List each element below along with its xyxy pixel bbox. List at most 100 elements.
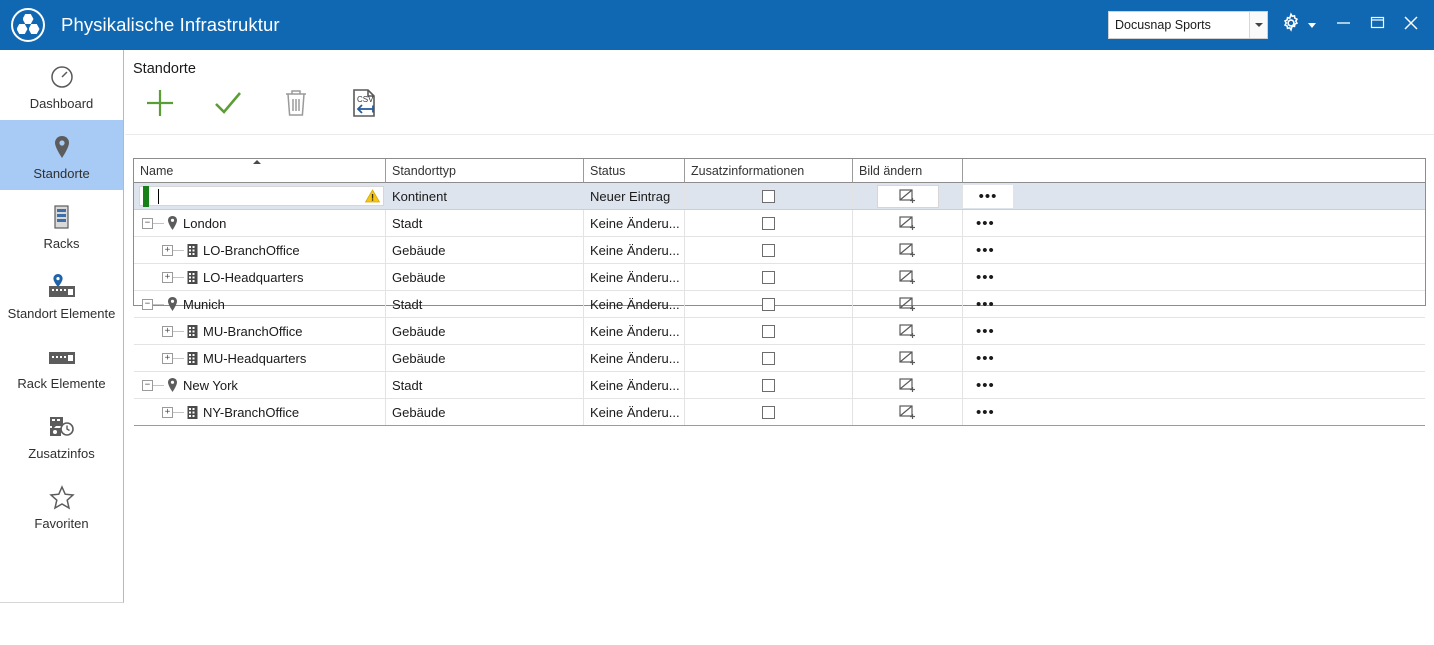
table-row[interactable]: + LO-Headquarters Gebäude Keine Änderu..… <box>134 264 1425 291</box>
chevron-down-icon[interactable] <box>1249 12 1267 38</box>
cell-standorttyp[interactable]: Stadt <box>386 210 584 236</box>
cell-standorttyp[interactable]: Gebäude <box>386 345 584 371</box>
cell-zusatzinformationen[interactable] <box>685 264 853 290</box>
cell-bild-aendern[interactable] <box>853 291 963 317</box>
cell-standorttyp[interactable]: Stadt <box>386 372 584 398</box>
more-actions-button[interactable]: ••• <box>963 184 1013 208</box>
column-header-standorttyp[interactable]: Standorttyp <box>386 159 584 183</box>
close-button[interactable] <box>1394 0 1428 50</box>
add-image-icon[interactable] <box>898 295 918 313</box>
table-row[interactable]: Kontinent Neuer Eintrag ••• <box>134 183 1425 210</box>
column-header-zusatzinformationen[interactable]: Zusatzinformationen <box>685 159 853 183</box>
cell-actions[interactable]: ••• <box>963 399 1425 425</box>
cell-standorttyp[interactable]: Stadt <box>386 291 584 317</box>
cell-zusatzinformationen[interactable] <box>685 345 853 371</box>
settings-button[interactable] <box>1280 11 1316 39</box>
table-row[interactable]: + LO-BranchOffice Gebäude Keine Änderu..… <box>134 237 1425 264</box>
cell-zusatzinformationen[interactable] <box>685 318 853 344</box>
add-button[interactable] <box>139 85 181 127</box>
csv-export-button[interactable]: CSV <box>343 85 385 127</box>
cell-bild-aendern[interactable] <box>853 237 963 263</box>
more-actions-button[interactable]: ••• <box>976 215 995 232</box>
database-select[interactable]: Docusnap Sports <box>1108 11 1268 39</box>
change-image-button[interactable] <box>876 184 939 208</box>
cell-bild-aendern[interactable] <box>853 264 963 290</box>
add-image-icon[interactable] <box>898 241 918 259</box>
table-row[interactable]: + NY-BranchOffice Gebäude Keine Änderu..… <box>134 399 1425 426</box>
cell-actions[interactable]: ••• <box>963 210 1425 236</box>
checkbox-unchecked-icon[interactable] <box>762 378 775 392</box>
cell-bild-aendern[interactable] <box>853 210 963 236</box>
cell-bild-aendern[interactable] <box>853 372 963 398</box>
column-header-status[interactable]: Status <box>584 159 685 183</box>
column-header-bild-aendern[interactable]: Bild ändern <box>853 159 963 183</box>
more-actions-button[interactable]: ••• <box>976 269 995 286</box>
collapse-expander[interactable]: − <box>142 217 153 229</box>
cell-actions[interactable]: ••• <box>963 291 1425 317</box>
checkbox-unchecked-icon[interactable] <box>762 216 775 230</box>
cell-zusatzinformationen[interactable] <box>685 210 853 236</box>
more-actions-button[interactable]: ••• <box>976 323 995 340</box>
checkbox-unchecked-icon[interactable] <box>762 270 775 284</box>
cell-zusatzinformationen[interactable] <box>685 291 853 317</box>
sidebar-item-favoriten[interactable]: Favoriten <box>0 470 123 540</box>
sidebar-item-standort-elemente[interactable]: Standort Elemente <box>0 260 123 330</box>
cell-standorttyp[interactable]: Gebäude <box>386 237 584 263</box>
name-input[interactable] <box>139 185 384 207</box>
cell-actions[interactable]: ••• <box>963 372 1425 398</box>
expand-expander[interactable]: + <box>162 325 173 337</box>
sidebar-item-zusatzinfos[interactable]: Zusatzinfos <box>0 400 123 470</box>
more-actions-button[interactable]: ••• <box>976 296 995 313</box>
cell-standorttyp[interactable]: Gebäude <box>386 318 584 344</box>
expand-expander[interactable]: + <box>162 244 173 256</box>
cell-zusatzinformationen[interactable] <box>685 237 853 263</box>
expand-expander[interactable]: + <box>162 352 173 364</box>
cell-zusatzinformationen[interactable] <box>685 399 853 425</box>
sidebar-item-standorte[interactable]: Standorte <box>0 120 123 190</box>
delete-button[interactable] <box>275 85 317 127</box>
cell-zusatzinformationen[interactable] <box>685 372 853 398</box>
more-actions-button[interactable]: ••• <box>976 377 995 394</box>
cell-actions[interactable]: ••• <box>963 183 1425 209</box>
cell-name[interactable]: + LO-BranchOffice <box>134 237 386 263</box>
cell-bild-aendern[interactable] <box>853 399 963 425</box>
cell-name[interactable]: + MU-Headquarters <box>134 345 386 371</box>
sidebar-item-dashboard[interactable]: Dashboard <box>0 50 123 120</box>
cell-standorttyp[interactable]: Gebäude <box>386 399 584 425</box>
cell-name[interactable]: + MU-BranchOffice <box>134 318 386 344</box>
cell-bild-aendern[interactable] <box>853 345 963 371</box>
cell-bild-aendern[interactable] <box>853 318 963 344</box>
table-row[interactable]: + MU-BranchOffice Gebäude Keine Änderu..… <box>134 318 1425 345</box>
cell-bild-aendern[interactable] <box>853 183 963 209</box>
checkbox-unchecked-icon[interactable] <box>762 351 775 365</box>
cell-standorttyp[interactable]: Gebäude <box>386 264 584 290</box>
collapse-expander[interactable]: − <box>142 379 153 391</box>
save-button[interactable] <box>207 85 249 127</box>
add-image-icon[interactable] <box>898 214 918 232</box>
more-actions-button[interactable]: ••• <box>976 242 995 259</box>
more-actions-button[interactable]: ••• <box>976 404 995 421</box>
cell-zusatzinformationen[interactable] <box>685 183 853 209</box>
table-row[interactable]: − New York Stadt Keine Änderu... ••• <box>134 372 1425 399</box>
add-image-icon[interactable] <box>898 322 918 340</box>
sidebar-item-racks[interactable]: Racks <box>0 190 123 260</box>
table-row[interactable]: + MU-Headquarters Gebäude Keine Änderu..… <box>134 345 1425 372</box>
expand-expander[interactable]: + <box>162 406 173 418</box>
column-header-empty[interactable] <box>963 159 1425 183</box>
sidebar-item-rack-elemente[interactable]: Rack Elemente <box>0 330 123 400</box>
checkbox-unchecked-icon[interactable] <box>762 324 775 338</box>
checkbox-unchecked-icon[interactable] <box>762 405 775 419</box>
cell-actions[interactable]: ••• <box>963 318 1425 344</box>
cell-name[interactable] <box>134 183 386 209</box>
cell-actions[interactable]: ••• <box>963 264 1425 290</box>
cell-name[interactable]: − New York <box>134 372 386 398</box>
table-row[interactable]: − Munich Stadt Keine Änderu... ••• <box>134 291 1425 318</box>
cell-name[interactable]: + LO-Headquarters <box>134 264 386 290</box>
expand-expander[interactable]: + <box>162 271 173 283</box>
minimize-button[interactable] <box>1326 0 1360 50</box>
checkbox-unchecked-icon[interactable] <box>762 189 775 203</box>
collapse-expander[interactable]: − <box>142 298 153 310</box>
cell-standorttyp[interactable]: Kontinent <box>386 183 584 209</box>
add-image-icon[interactable] <box>898 376 918 394</box>
checkbox-unchecked-icon[interactable] <box>762 297 775 311</box>
